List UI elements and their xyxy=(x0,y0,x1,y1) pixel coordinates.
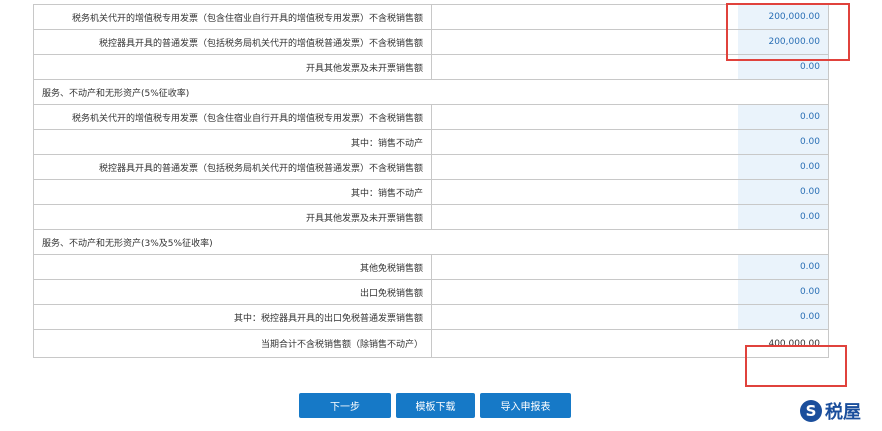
section-header-row: 服务、不动产和无形资产(5%征收率) xyxy=(34,79,828,104)
table-row: 开具其他发票及未开票销售额 0.00 xyxy=(34,204,828,229)
row-label: 开具其他发票及未开票销售额 xyxy=(34,205,432,229)
row-label: 其中：销售不动产 xyxy=(34,130,432,154)
row-label: 其中：税控器具开具的出口免税普通发票销售额 xyxy=(34,305,432,329)
table-row: 开具其他发票及未开票销售额 0.00 xyxy=(34,54,828,79)
amount-input[interactable]: 0.00 xyxy=(738,105,828,129)
row-blank-cell xyxy=(432,55,739,79)
template-download-button[interactable]: 模板下载 xyxy=(396,393,475,418)
row-label: 出口免税销售额 xyxy=(34,280,432,304)
amount-input[interactable]: 0.00 xyxy=(738,180,828,204)
highlight-box-upper xyxy=(726,3,850,61)
row-blank-cell xyxy=(432,305,739,329)
row-blank-cell xyxy=(432,180,739,204)
section-header-row: 服务、不动产和无形资产(3%及5%征收率) xyxy=(34,229,828,254)
table-row: 出口免税销售额 0.00 xyxy=(34,279,828,304)
watermark-text: 税屋 xyxy=(825,402,861,423)
amount-input[interactable]: 0.00 xyxy=(738,280,828,304)
next-step-button[interactable]: 下一步 xyxy=(299,393,391,418)
table-row: 其中：销售不动产 0.00 xyxy=(34,129,828,154)
row-blank-cell xyxy=(432,30,739,54)
row-blank-cell xyxy=(432,280,739,304)
import-report-button[interactable]: 导入申报表 xyxy=(480,393,571,418)
row-label: 税务机关代开的增值税专用发票（包含住宿业自行开具的增值税专用发票）不含税销售额 xyxy=(34,5,432,29)
row-label: 税控器具开具的普通发票（包括税务局机关代开的增值税普通发票）不含税销售额 xyxy=(34,155,432,179)
row-label: 税务机关代开的增值税专用发票（包含住宿业自行开具的增值税专用发票）不含税销售额 xyxy=(34,105,432,129)
row-label: 其他免税销售额 xyxy=(34,255,432,279)
table-row: 税控器具开具的普通发票（包括税务局机关代开的增值税普通发票）不含税销售额 200… xyxy=(34,29,828,54)
amount-input[interactable]: 0.00 xyxy=(738,255,828,279)
row-blank-cell xyxy=(432,5,739,29)
row-blank-cell xyxy=(432,255,739,279)
row-label: 税控器具开具的普通发票（包括税务局机关代开的增值税普通发票）不含税销售额 xyxy=(34,30,432,54)
row-blank-cell xyxy=(432,155,739,179)
amount-input[interactable]: 0.00 xyxy=(738,130,828,154)
watermark-logo: S 税屋 xyxy=(800,398,861,424)
table-row: 其中：税控器具开具的出口免税普通发票销售额 0.00 xyxy=(34,304,828,329)
table-row: 税务机关代开的增值税专用发票（包含住宿业自行开具的增值税专用发票）不含税销售额 … xyxy=(34,4,828,29)
amount-input[interactable]: 0.00 xyxy=(738,205,828,229)
table-row: 税控器具开具的普通发票（包括税务局机关代开的增值税普通发票）不含税销售额 0.0… xyxy=(34,154,828,179)
total-row: 当期合计不含税销售额（除销售不动产） 400,000.00 xyxy=(34,329,828,357)
table-row: 税务机关代开的增值税专用发票（包含住宿业自行开具的增值税专用发票）不含税销售额 … xyxy=(34,104,828,129)
amount-input[interactable]: 0.00 xyxy=(738,305,828,329)
logo-s-icon: S xyxy=(800,400,822,422)
table-row: 其他免税销售额 0.00 xyxy=(34,254,828,279)
tax-declaration-table: 税务机关代开的增值税专用发票（包含住宿业自行开具的增值税专用发票）不含税销售额 … xyxy=(33,4,829,358)
highlight-box-total xyxy=(745,345,847,387)
section-title: 服务、不动产和无形资产(3%及5%征收率) xyxy=(42,238,213,249)
row-blank-cell xyxy=(432,130,739,154)
row-label: 开具其他发票及未开票销售额 xyxy=(34,55,432,79)
section-title: 服务、不动产和无形资产(5%征收率) xyxy=(42,88,190,99)
row-blank-cell xyxy=(432,205,739,229)
total-label: 当期合计不含税销售额（除销售不动产） xyxy=(34,330,432,357)
amount-input[interactable]: 0.00 xyxy=(738,155,828,179)
row-blank-cell xyxy=(432,105,739,129)
table-row: 其中：销售不动产 0.00 xyxy=(34,179,828,204)
row-blank-cell xyxy=(432,330,739,357)
row-label: 其中：销售不动产 xyxy=(34,180,432,204)
